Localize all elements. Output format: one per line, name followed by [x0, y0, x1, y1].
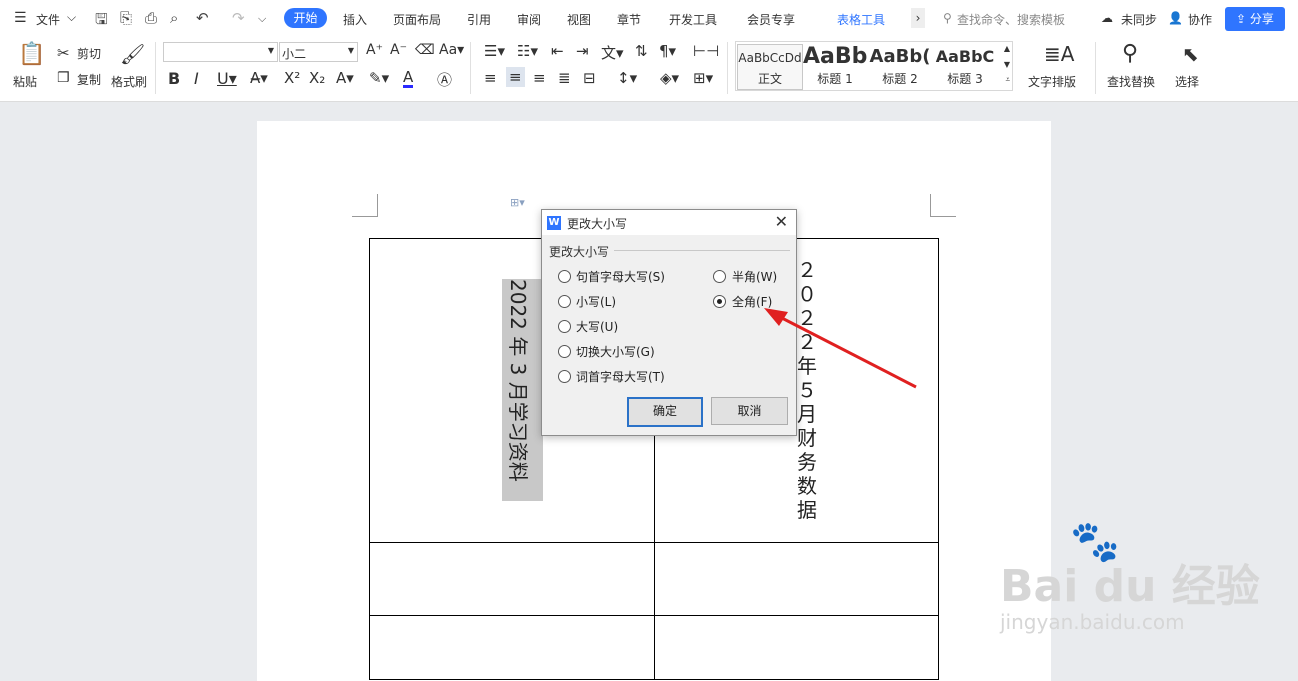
paw-icon: 🐾: [1070, 519, 1120, 565]
arrow-head: [764, 308, 788, 326]
watermark-url: jingyan.baidu.com: [1000, 610, 1185, 634]
baidu-watermark: 🐾 Bai du 经验: [1000, 519, 1260, 614]
watermark-text: Bai du 经验: [1000, 561, 1260, 612]
arrow-shaft: [777, 314, 917, 389]
